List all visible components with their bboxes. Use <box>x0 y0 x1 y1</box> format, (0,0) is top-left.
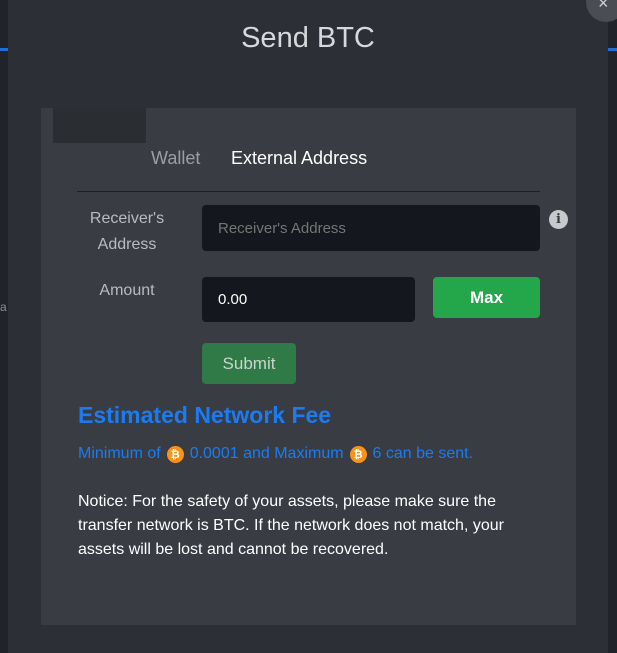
backdrop-text-fragment: a <box>0 300 7 314</box>
send-btc-modal: Send BTC Wallet External Address Receive… <box>8 0 608 653</box>
safety-notice: Notice: For the safety of your assets, p… <box>78 493 504 558</box>
send-form-card: Wallet External Address Receiver's Addre… <box>41 108 576 625</box>
amount-label: Amount <box>99 282 155 299</box>
receiver-label-line-2: Address <box>97 236 157 253</box>
receiver-label-line-1: Receiver's <box>89 210 165 227</box>
modal-title: Send BTC <box>241 22 375 54</box>
amount-input[interactable] <box>202 277 415 322</box>
info-icon[interactable]: i <box>549 210 568 229</box>
fee-limits-text: Minimum of ₿ 0.0001 and Maximum ₿ 6 can … <box>78 445 473 463</box>
fee-max-value: 6 can be sent. <box>372 445 474 462</box>
backdrop-accent-line-right <box>608 48 617 51</box>
backdrop-accent-line <box>0 48 8 51</box>
fee-min-value: 0.0001 and Maximum <box>189 445 344 462</box>
tab-wallet[interactable]: Wallet <box>151 148 200 169</box>
tab-external-address[interactable]: External Address <box>231 148 367 169</box>
fee-text-part1: Minimum of <box>78 445 161 462</box>
submit-button[interactable]: Submit <box>202 343 296 384</box>
receiver-address-label: Receiver's Address <box>79 206 175 258</box>
logo-placeholder <box>53 108 146 143</box>
estimated-fee-title: Estimated Network Fee <box>78 402 332 428</box>
btc-coin-icon: ₿ <box>166 445 184 463</box>
receiver-address-input[interactable] <box>202 205 540 251</box>
btc-coin-icon: ₿ <box>349 445 367 463</box>
max-button[interactable]: Max <box>433 277 540 318</box>
tab-divider <box>77 191 540 192</box>
